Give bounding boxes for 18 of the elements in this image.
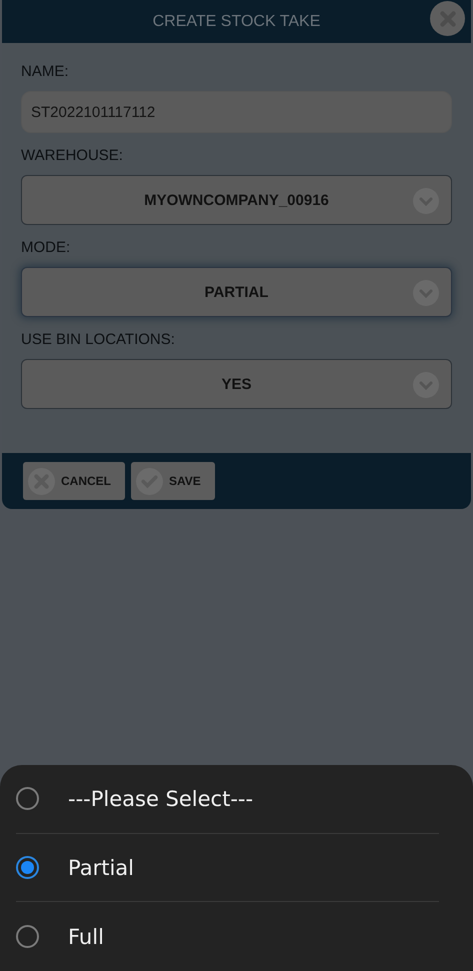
field-label: NAME: [21,63,70,80]
name-input[interactable]: ST2022101117112 [21,91,452,133]
radio-button[interactable] [16,856,39,880]
dialog-title: CREATE STOCK TAKE [152,12,320,30]
radio-button[interactable] [16,925,39,948]
dropdown-select[interactable]: MYOWNCOMPANY_00916 [21,175,452,225]
radio-button[interactable] [16,787,39,810]
option-label[interactable]: Full [68,924,104,949]
field-label: USE BIN LOCATIONS: [21,331,176,348]
field-label: MODE: [21,239,72,256]
cancel-button[interactable]: CANCEL [23,462,125,500]
dropdown-select[interactable]: YES [21,359,452,409]
dropdown-select[interactable]: PARTIAL [21,267,452,317]
option-label[interactable]: ---Please Select--- [68,786,254,811]
save-button[interactable]: SAVE [131,462,215,500]
close-button[interactable] [430,1,465,36]
option-label[interactable]: Partial [68,856,134,880]
field-label: WAREHOUSE: [21,147,124,164]
